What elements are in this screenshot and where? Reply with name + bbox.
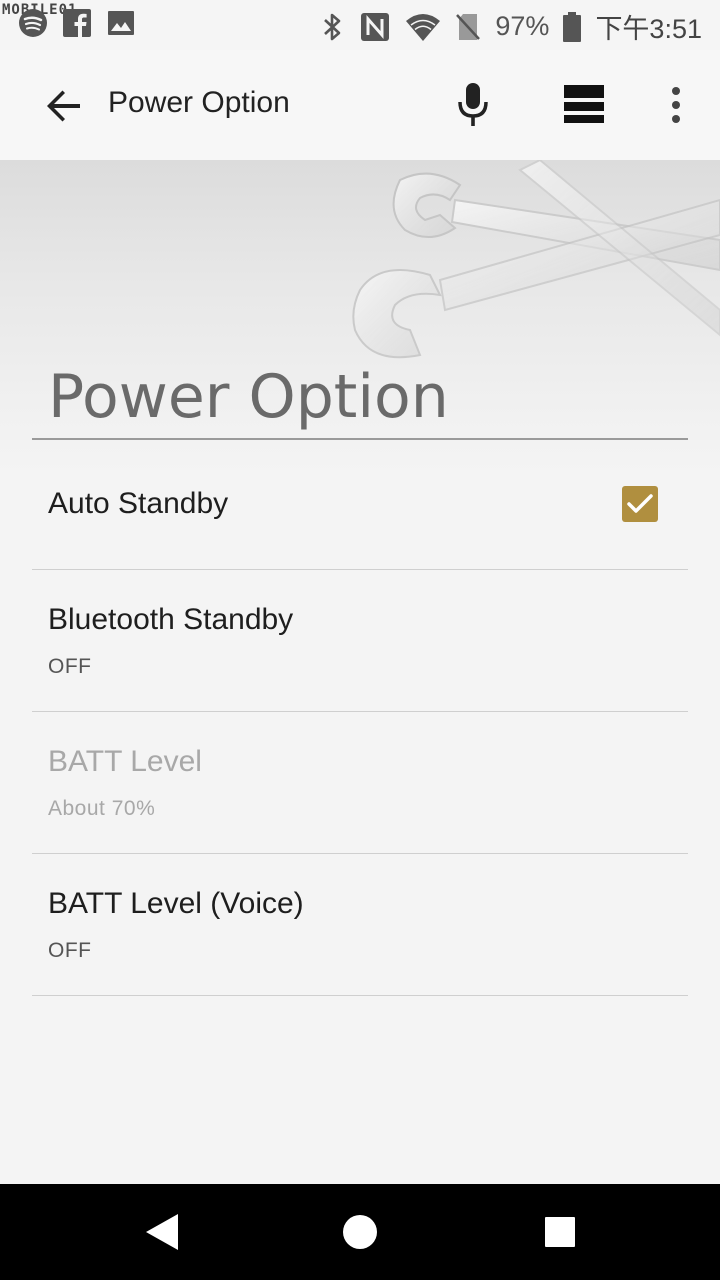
app-bar-title: Power Option [108,86,290,119]
app-bar: Power Option [0,50,720,160]
nfc-icon [361,12,390,41]
more-vert-icon [672,87,680,123]
spotify-icon [19,9,47,37]
header-background [0,160,720,480]
setting-label: BATT Level [48,745,202,778]
setting-auto-standby[interactable]: Auto Standby [32,440,688,570]
image-icon [108,11,134,35]
setting-bluetooth-standby[interactable]: Bluetooth Standby OFF [32,570,688,712]
setting-label: Bluetooth Standby [48,603,294,636]
auto-standby-checkbox[interactable] [622,486,658,522]
equalizer-button[interactable] [560,82,608,128]
more-options-button[interactable] [662,80,690,130]
setting-value: About 70% [48,797,156,820]
setting-batt-level-voice[interactable]: BATT Level (Voice) OFF [32,854,688,996]
wifi-icon [406,13,441,41]
circle-home-icon [343,1215,377,1249]
microphone-icon [458,83,488,126]
setting-label: Auto Standby [48,487,229,520]
check-icon [627,494,653,513]
arrow-back-icon [47,90,80,122]
battery-icon [563,11,582,42]
nav-back-button[interactable] [138,1208,186,1256]
status-right-icons: 97% 下午3:51 [319,7,702,46]
battery-percent: 97% [495,11,550,41]
clock: 下午3:51 [595,14,702,44]
square-recents-icon [545,1217,575,1247]
nav-recents-button[interactable] [536,1208,584,1256]
bluetooth-icon [324,13,341,40]
facebook-icon [63,9,91,38]
setting-value: OFF [48,939,92,962]
equalizer-icon [564,85,604,123]
status-left-icons [18,8,136,38]
setting-label: BATT Level (Voice) [48,887,304,920]
setting-batt-level: BATT Level About 70% [32,712,688,854]
back-button[interactable] [40,82,88,130]
no-sim-icon [456,13,481,40]
section-title: Power Option [48,362,449,432]
voice-button[interactable] [452,80,494,130]
triangle-back-icon [146,1214,178,1250]
setting-value: OFF [48,655,92,678]
wrench-illustration [352,160,720,359]
navigation-bar [0,1184,720,1280]
nav-home-button[interactable] [336,1208,384,1256]
status-bar: MOBILE01 97% 下午3:51 [0,0,720,50]
